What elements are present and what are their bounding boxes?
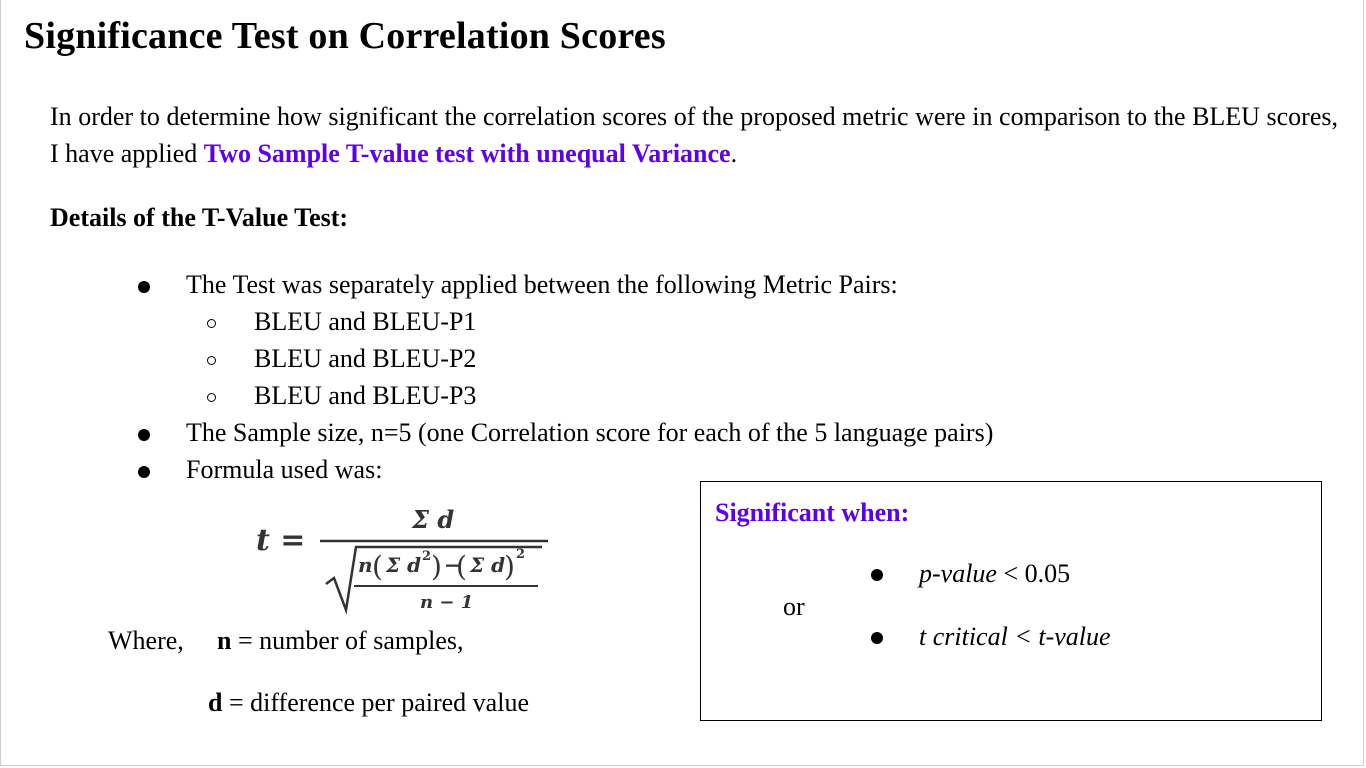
d-definition: d = difference per paired value <box>208 688 529 718</box>
formula-paren-close: ) <box>431 550 442 583</box>
formula-paren-open: ( <box>372 550 383 583</box>
formula-numerator: Σ d <box>411 505 454 534</box>
d-variable: d <box>208 688 223 717</box>
n-variable: n <box>217 626 232 655</box>
bullet-dot <box>871 632 883 644</box>
p-value-threshold: < 0.05 <box>996 559 1071 588</box>
formula-den-bottom: n − 1 <box>420 592 473 613</box>
formula-den-sum-sq: Σ d <box>385 553 421 577</box>
sub-bullet-pair-2: BLEU and BLEU-P2 <box>254 344 477 373</box>
sub-bullet-circle <box>207 393 216 402</box>
formula-den-sq-sum: Σ d <box>469 553 505 577</box>
n-definition: n = number of samples, <box>217 626 463 656</box>
bullet-dot <box>138 281 150 293</box>
sub-bullet-pair-3: BLEU and BLEU-P3 <box>254 381 477 410</box>
sub-bullet-circle <box>207 356 216 365</box>
condition-t-critical: t critical < t-value <box>919 622 1111 651</box>
where-label: Where, <box>108 626 184 655</box>
significance-title: Significant when: <box>715 498 910 527</box>
sub-bullet-pair-1: BLEU and BLEU-P1 <box>254 307 477 336</box>
significance-box: Significant when: p-value < 0.05 or t cr… <box>700 481 1322 721</box>
or-label: or <box>783 592 805 621</box>
details-heading: Details of the T-Value Test: <box>50 203 349 232</box>
bullet-dot <box>138 429 150 441</box>
bullet-dot <box>871 569 883 581</box>
condition-p-value: p-value < 0.05 <box>919 559 1070 589</box>
n-description: = number of samples, <box>231 626 464 655</box>
bullet-formula: Formula used was: <box>186 455 383 484</box>
p-value-label: p-value <box>919 559 997 588</box>
page-title: Significance Test on Correlation Scores <box>24 15 666 57</box>
sub-bullet-circle <box>207 319 216 328</box>
bullet-metric-pairs: The Test was separately applied between … <box>186 270 898 299</box>
t-test-formula: t = Σ d n ( Σ d 2 ) − ( Σ d ) 2 n − 1 <box>250 498 560 622</box>
formula-paren-open-2: ( <box>456 550 467 583</box>
formula-paren-close-2: ) <box>504 550 515 583</box>
d-description: = difference per paired value <box>222 688 529 717</box>
intro-paragraph: In order to determine how significant th… <box>50 98 1338 172</box>
formula-lhs: t = <box>256 523 305 558</box>
bullet-sample-size: The Sample size, n=5 (one Correlation sc… <box>186 418 994 447</box>
intro-text-after: . <box>730 139 738 168</box>
bullet-dot <box>138 466 150 478</box>
formula-exp-1: 2 <box>422 549 431 564</box>
t-test-link[interactable]: Two Sample T-value test with unequal Var… <box>204 139 731 168</box>
formula-exp-2: 2 <box>516 547 525 562</box>
formula-den-n: n <box>358 553 373 577</box>
